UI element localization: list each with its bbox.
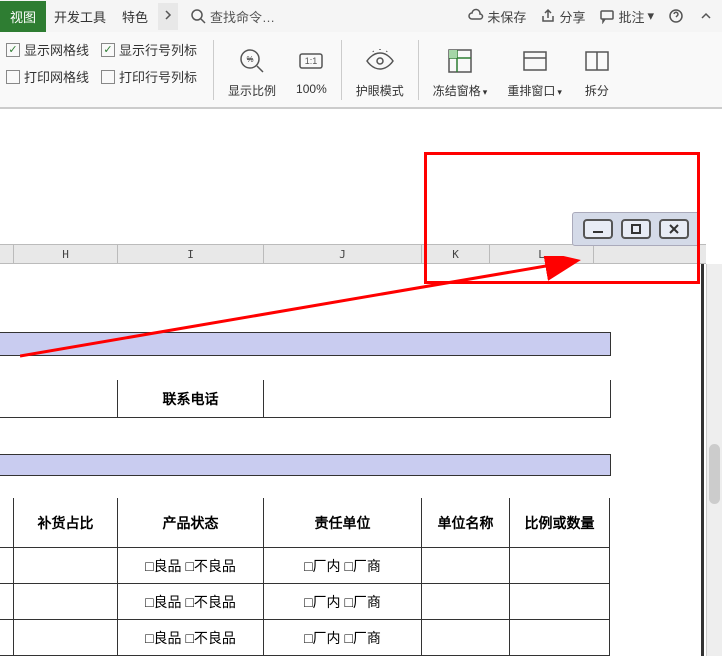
banner-row-2 (0, 454, 611, 476)
search-label: 查找命令… (210, 7, 275, 26)
chevron-down-icon: ▾ (483, 87, 488, 97)
th-unit: 责任单位 (264, 498, 422, 548)
top-right-controls: 未保存 分享 批注 ▾ (468, 7, 722, 26)
table-row: □良品 □不良品 □厂内 □厂商 (0, 620, 611, 656)
th-unitname: 单位名称 (422, 498, 510, 548)
maximize-button[interactable] (621, 219, 651, 239)
table-header-row: 补货占比 产品状态 责任单位 单位名称 比例或数量 (0, 498, 611, 548)
ratio-icon: 1:1 (296, 46, 326, 76)
th-status: 产品状态 (118, 498, 264, 548)
minimize-icon (591, 222, 605, 236)
comment-button[interactable]: 批注 ▾ (599, 7, 654, 26)
collapse-button[interactable] (698, 8, 714, 24)
separator (418, 40, 419, 100)
col-header-H[interactable]: H (14, 245, 118, 263)
tabs-bar: 视图 开发工具 特色 查找命令… 未保存 分享 批注 ▾ (0, 0, 722, 32)
toolbar: 显示网格线 显示行号列标 打印网格线 打印行号列标 (0, 32, 722, 108)
maximize-icon (629, 222, 643, 236)
table-row: □良品 □不良品 □厂内 □厂商 (0, 584, 611, 620)
chevron-down-icon: ▾ (557, 87, 562, 97)
ribbon: 视图 开发工具 特色 查找命令… 未保存 分享 批注 ▾ (0, 0, 722, 109)
chevron-down-icon: ▾ (647, 8, 654, 24)
share-icon (540, 8, 556, 24)
split-icon (582, 46, 612, 76)
col-header-I[interactable]: I (118, 245, 264, 263)
eye-protect-button[interactable]: 护眼模式 (346, 40, 414, 103)
scrollbar-thumb[interactable] (709, 444, 720, 504)
window-icon (520, 46, 550, 76)
document-window-controls (572, 212, 700, 246)
contact-phone-label: 联系电话 (118, 380, 264, 418)
unsaved-status[interactable]: 未保存 (468, 7, 526, 26)
chevron-right-icon (164, 9, 172, 21)
show-rowcol-checkbox[interactable]: 显示行号列标 (101, 40, 197, 59)
svg-text:%: % (246, 55, 253, 64)
col-header-L[interactable]: L (490, 245, 594, 263)
help-button[interactable] (668, 8, 684, 24)
svg-text:1:1: 1:1 (305, 56, 318, 66)
eye-icon (363, 46, 397, 76)
zoom-icon: % (237, 46, 267, 76)
comment-icon (599, 8, 615, 24)
zoom-ratio-button[interactable]: % 显示比例 (218, 40, 286, 103)
th-replenish: 补货占比 (14, 498, 118, 548)
share-button[interactable]: 分享 (540, 7, 585, 26)
checkbox-icon (101, 43, 115, 57)
th-ratio: 比例或数量 (510, 498, 610, 548)
col-header-blank[interactable] (0, 245, 14, 263)
checkbox-icon (6, 43, 20, 57)
print-gridlines-checkbox[interactable]: 打印网格线 (6, 67, 89, 86)
banner-row (0, 332, 611, 356)
col-header-J[interactable]: J (264, 245, 422, 263)
close-icon (667, 222, 681, 236)
chevron-up-icon (698, 8, 714, 24)
toolbar-view-options: 显示网格线 显示行号列标 打印网格线 打印行号列标 (6, 40, 197, 86)
tab-features[interactable]: 特色 (114, 1, 156, 32)
split-button[interactable]: 拆分 (572, 40, 622, 103)
separator (341, 40, 342, 100)
close-button[interactable] (659, 219, 689, 239)
cloud-icon (468, 8, 484, 24)
minimize-button[interactable] (583, 219, 613, 239)
zoom-100-button[interactable]: 1:1 100% (286, 40, 337, 100)
checkbox-icon (101, 70, 115, 84)
separator (213, 40, 214, 100)
print-rowcol-checkbox[interactable]: 打印行号列标 (101, 67, 197, 86)
tab-view[interactable]: 视图 (0, 1, 46, 32)
tab-devtools[interactable]: 开发工具 (46, 1, 114, 32)
col-header-K[interactable]: K (422, 245, 490, 263)
contact-row: 联系电话 (0, 380, 611, 418)
search-command[interactable]: 查找命令… (190, 7, 275, 26)
rearrange-window-button[interactable]: 重排窗口▾ (497, 40, 572, 103)
sheet-content: 联系电话 补货占比 产品状态 责任单位 单位名称 比例或数量 □良品 □不良品 … (0, 332, 611, 656)
help-icon (668, 8, 684, 24)
sheet-body[interactable]: 联系电话 补货占比 产品状态 责任单位 单位名称 比例或数量 □良品 □不良品 … (0, 264, 704, 656)
freeze-icon (445, 46, 475, 76)
show-gridlines-checkbox[interactable]: 显示网格线 (6, 40, 89, 59)
search-icon (190, 8, 206, 24)
checkbox-icon (6, 70, 20, 84)
freeze-pane-button[interactable]: 冻结窗格▾ (423, 40, 498, 103)
tab-more[interactable] (158, 3, 178, 30)
column-headers: H I J K L (0, 244, 706, 264)
table-row: □良品 □不良品 □厂内 □厂商 (0, 548, 611, 584)
vertical-scrollbar[interactable] (706, 264, 722, 656)
